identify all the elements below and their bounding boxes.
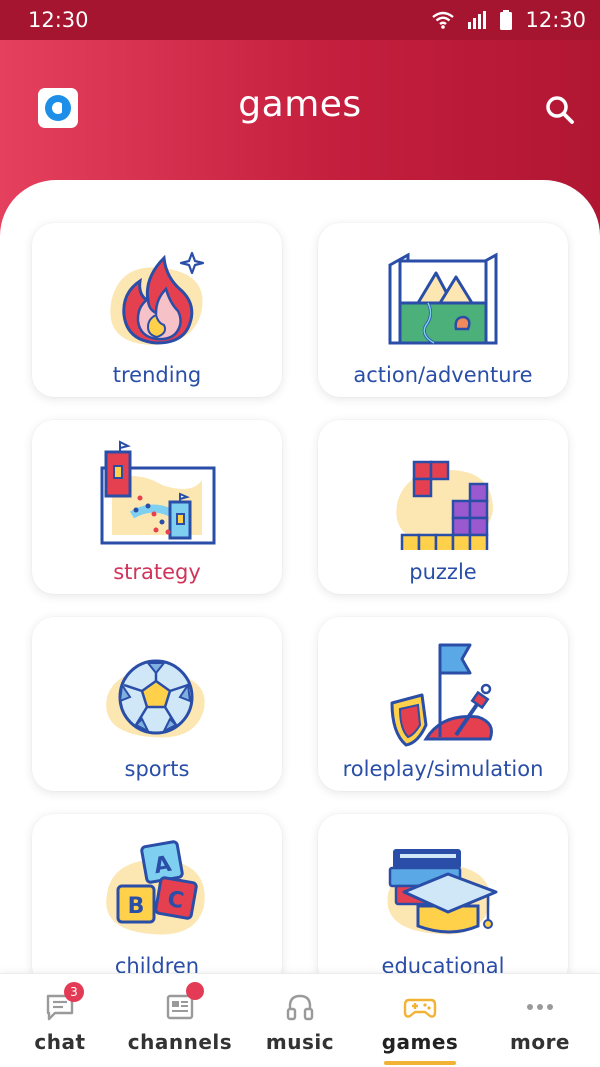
nav-item-music[interactable]: music [240, 974, 360, 1067]
page-title: games [238, 84, 362, 125]
gamepad-icon [403, 998, 437, 1018]
headphones-icon [286, 994, 314, 1021]
category-card-educational[interactable]: educational [318, 814, 568, 988]
nav-label: chat [34, 1030, 86, 1054]
signal-icon [468, 11, 487, 29]
map-icon [388, 252, 498, 345]
status-time-left: 12:30 [28, 8, 89, 32]
category-card-strategy[interactable]: strategy [32, 420, 282, 594]
tetris-blocks-icon [396, 460, 493, 550]
category-label: roleplay/simulation [342, 757, 544, 781]
status-bar: 12:30 12:30 [0, 0, 600, 40]
flag-sword-shield-icon [390, 643, 493, 747]
abc-blocks-icon: A B C [106, 840, 205, 935]
wifi-icon [432, 11, 455, 29]
nav-label: music [265, 1030, 335, 1054]
graduation-cap-books-icon [387, 849, 498, 935]
category-card-roleplay-simulation[interactable]: roleplay/simulation [318, 617, 568, 791]
category-label: trending [112, 363, 202, 387]
category-label: puzzle [409, 560, 477, 584]
nav-item-games[interactable]: games [360, 974, 480, 1067]
nav-label: channels [127, 1030, 233, 1054]
status-time-right: 12:30 [525, 8, 586, 32]
unread-badge: 3 [64, 982, 84, 1002]
category-card-trending[interactable]: trending [32, 223, 282, 397]
svg-text:B: B [128, 894, 145, 919]
more-dots-icon [527, 1004, 553, 1010]
category-card-children[interactable]: A B C children [32, 814, 282, 988]
category-card-sports[interactable]: sports [32, 617, 282, 791]
category-label: strategy [113, 560, 201, 584]
category-label: action/adventure [353, 363, 533, 387]
nav-item-channels[interactable]: channels [120, 974, 240, 1067]
battery-icon [500, 10, 513, 30]
nav-label: more [509, 1030, 570, 1054]
notification-dot [186, 982, 204, 1000]
search-icon [546, 96, 574, 124]
flame-icon [110, 251, 205, 345]
nav-item-chat[interactable]: 3 chat [0, 974, 120, 1067]
nav-label: games [381, 1030, 459, 1054]
category-label: sports [124, 757, 190, 781]
soccer-ball-icon [106, 659, 205, 738]
search-button[interactable] [540, 90, 580, 130]
category-card-puzzle[interactable]: puzzle [318, 420, 568, 594]
category-card-action-adventure[interactable]: action/adventure [318, 223, 568, 397]
nav-item-more[interactable]: more [480, 974, 600, 1067]
bottom-nav: 3 chat channels music games more [0, 973, 600, 1067]
castle-map-icon [100, 440, 216, 545]
active-tab-indicator [384, 1061, 456, 1065]
